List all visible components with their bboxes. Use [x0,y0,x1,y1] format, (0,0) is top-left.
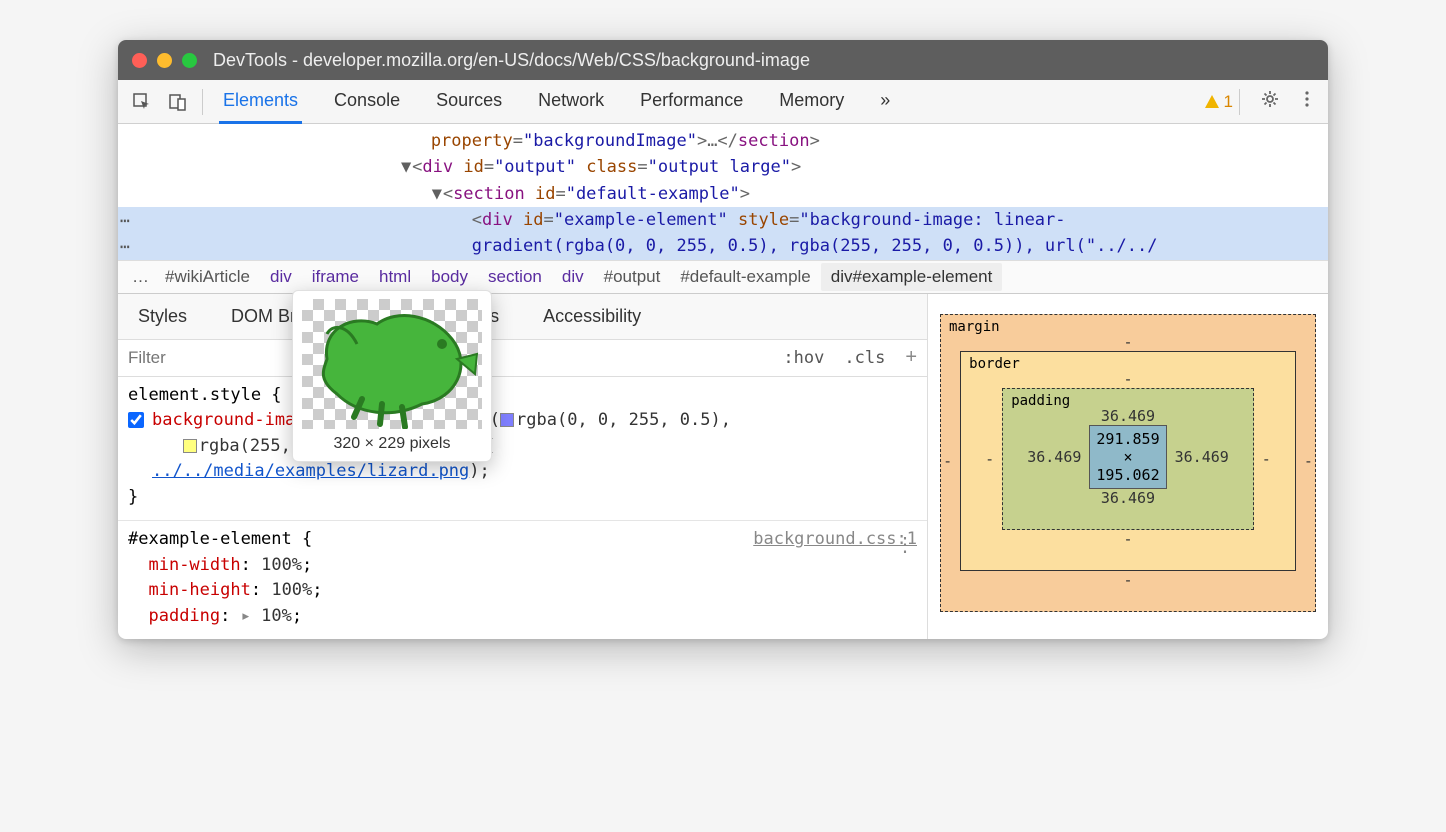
dom-line[interactable]: ▼<div id="output" class="output large"> [118,154,1328,180]
breadcrumb: … #wikiArticle div iframe html body sect… [118,261,1328,294]
device-toggle-icon[interactable] [164,88,192,116]
styles-pane: Styles DOM Breakpoints Properties Access… [118,294,928,640]
tab-memory[interactable]: Memory [775,80,848,124]
warning-count: 1 [1224,92,1233,112]
devtools-window: DevTools - developer.mozilla.org/en-US/d… [118,40,1328,639]
sidebar-tabs: Styles DOM Breakpoints Properties Access… [118,294,927,340]
new-rule-button[interactable]: + [895,340,927,375]
breadcrumb-item[interactable]: #wikiArticle [155,263,260,291]
tab-overflow[interactable]: » [876,80,894,124]
separator [1239,89,1240,115]
lower-panes: Styles DOM Breakpoints Properties Access… [118,294,1328,640]
breadcrumb-item[interactable]: div [260,263,302,291]
breadcrumb-item[interactable]: #output [594,263,671,291]
cls-button[interactable]: .cls [834,342,895,374]
computed-pane: margin - - border - - padding 36.469 [928,294,1328,640]
tab-network[interactable]: Network [534,80,608,124]
box-margin[interactable]: margin - - border - - padding 36.469 [940,314,1316,612]
subtab-styles[interactable]: Styles [128,300,197,333]
traffic-lights [132,53,197,68]
kebab-menu-icon[interactable] [1298,90,1322,113]
property-toggle[interactable] [128,412,144,428]
separator [202,89,203,115]
color-swatch-icon[interactable] [500,413,514,427]
style-rule[interactable]: element.style { background-image: linear… [118,377,927,522]
color-swatch-icon[interactable] [183,439,197,453]
breadcrumb-item[interactable]: iframe [302,263,369,291]
dom-line[interactable]: ▼<section id="default-example"> [118,181,1328,207]
breadcrumb-item[interactable]: #default-example [670,263,820,291]
dom-line-selected[interactable]: <div id="example-element" style="backgro… [118,207,1328,233]
image-preview-popover: 320 × 229 pixels [292,290,492,462]
panel-tabs: Elements Console Sources Network Perform… [219,80,894,124]
box-model[interactable]: margin - - border - - padding 36.469 [940,314,1316,612]
window-title: DevTools - developer.mozilla.org/en-US/d… [213,50,810,71]
breadcrumb-item[interactable]: body [421,263,478,291]
rule-kebab-icon[interactable]: ⋮ [895,532,915,557]
url-link[interactable]: ../../media/examples/lizard.png [152,461,469,481]
tab-sources[interactable]: Sources [432,80,506,124]
disclosure-triangle-icon[interactable]: ▼ [431,181,443,207]
warnings-badge[interactable]: 1 [1204,92,1233,112]
breadcrumb-item[interactable]: html [369,263,421,291]
box-padding[interactable]: padding 36.469 36.469 291.859 × 195.062 … [1002,388,1254,530]
breadcrumb-ellipsis[interactable]: … [126,263,155,291]
hov-button[interactable]: :hov [773,342,834,374]
main-toolbar: Elements Console Sources Network Perform… [118,80,1328,124]
breadcrumb-item[interactable]: div [552,263,594,291]
dom-line[interactable]: property="backgroundImage">…</section> [118,128,1328,154]
style-rule[interactable]: background.css:1 #example-element { min-… [118,521,927,639]
image-dimensions: 320 × 229 pixels [301,435,483,453]
expand-arrow-icon[interactable]: ▸ [241,606,251,626]
dom-line-selected[interactable]: gradient(rgba(0, 0, 255, 0.5), rgba(255,… [118,233,1328,259]
box-border[interactable]: border - - padding 36.469 36.469 291.859… [960,351,1296,571]
tab-performance[interactable]: Performance [636,80,747,124]
minimize-window-button[interactable] [157,53,172,68]
breadcrumb-item-current[interactable]: div#example-element [821,263,1003,291]
zoom-window-button[interactable] [182,53,197,68]
dom-tree[interactable]: property="backgroundImage">…</section> ▼… [118,124,1328,261]
breadcrumb-item[interactable]: section [478,263,552,291]
source-link[interactable]: background.css:1 [753,527,917,553]
styles-filter-row: :hov .cls + [118,340,927,377]
disclosure-triangle-icon[interactable]: ▼ [400,154,412,180]
subtab-accessibility[interactable]: Accessibility [533,300,651,333]
title-bar: DevTools - developer.mozilla.org/en-US/d… [118,40,1328,80]
image-preview [302,299,482,429]
tab-elements[interactable]: Elements [219,80,302,124]
close-window-button[interactable] [132,53,147,68]
box-content[interactable]: 291.859 × 195.062 [1089,425,1166,489]
inspect-element-icon[interactable] [128,88,156,116]
settings-icon[interactable] [1260,89,1284,114]
tab-console[interactable]: Console [330,80,404,124]
